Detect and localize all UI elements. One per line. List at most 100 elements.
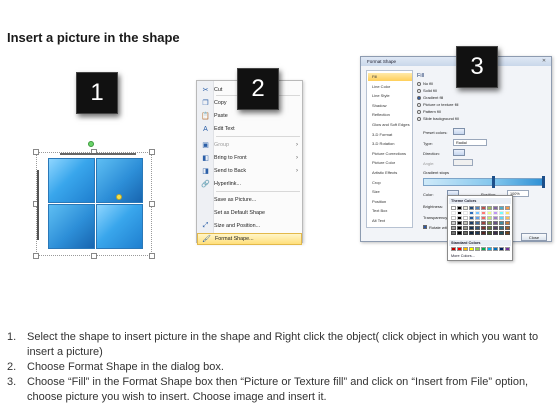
dialog-close-icon[interactable]: ✕	[540, 58, 548, 64]
menu-item-format-shape[interactable]: 🖌 Format Shape...	[197, 233, 302, 245]
theme-color-swatch[interactable]	[499, 221, 504, 225]
theme-color-swatch[interactable]	[493, 216, 498, 220]
radio-button[interactable]	[417, 96, 421, 100]
standard-color-swatch[interactable]	[469, 247, 474, 251]
category-text-box[interactable]: Text Box	[368, 207, 412, 215]
category-alt-text[interactable]: Alt Text	[368, 217, 412, 225]
menu-item-hyperlink[interactable]: 🔗 Hyperlink...	[197, 178, 302, 190]
theme-color-swatch[interactable]	[463, 211, 468, 215]
blue-tile-bl[interactable]	[48, 204, 95, 249]
theme-color-swatch[interactable]	[475, 206, 480, 210]
theme-color-swatch[interactable]	[505, 216, 510, 220]
theme-color-swatch[interactable]	[487, 216, 492, 220]
theme-color-swatch[interactable]	[469, 211, 474, 215]
menu-item-size-and-position[interactable]: ⤢ Size and Position...	[197, 220, 302, 232]
theme-color-swatch[interactable]	[469, 231, 474, 235]
fill-option-gradient-fill[interactable]: Gradient fill	[417, 95, 443, 101]
fill-option-slide-background-fill[interactable]: Slide background fill	[417, 116, 459, 122]
standard-color-swatch[interactable]	[463, 247, 468, 251]
radio-button[interactable]	[417, 82, 421, 86]
category-3-d-rotation[interactable]: 3-D Rotation	[368, 140, 412, 148]
theme-color-swatch[interactable]	[475, 216, 480, 220]
theme-color-swatch[interactable]	[493, 206, 498, 210]
gradient-stop-1[interactable]	[492, 176, 495, 188]
category-3-d-format[interactable]: 3-D Format	[368, 131, 412, 139]
rotate-checkbox[interactable]	[423, 225, 427, 229]
theme-color-swatch[interactable]	[457, 231, 462, 235]
category-crop[interactable]: Crop	[368, 179, 412, 187]
theme-color-swatch[interactable]	[463, 226, 468, 230]
radio-button[interactable]	[417, 89, 421, 93]
theme-color-swatch[interactable]	[469, 216, 474, 220]
resize-handle-b[interactable]	[91, 253, 97, 259]
category-picture-color[interactable]: Picture Color	[368, 159, 412, 167]
theme-color-swatch[interactable]	[505, 221, 510, 225]
menu-item-bring-to-front[interactable]: ◧ Bring to Front ›	[197, 152, 302, 164]
radio-button[interactable]	[417, 103, 421, 107]
theme-color-swatch[interactable]	[481, 216, 486, 220]
standard-color-swatch[interactable]	[457, 247, 462, 251]
theme-color-swatch[interactable]	[481, 231, 486, 235]
fill-option-solid-fill[interactable]: Solid fill	[417, 88, 437, 94]
radio-button[interactable]	[417, 117, 421, 121]
standard-color-swatch[interactable]	[493, 247, 498, 251]
category-line-color[interactable]: Line Color	[368, 83, 412, 91]
fill-option-pattern-fill[interactable]: Pattern fill	[417, 109, 441, 115]
theme-color-swatch[interactable]	[499, 206, 504, 210]
menu-item-send-to-back[interactable]: ◨ Send to Back ›	[197, 165, 302, 177]
theme-color-swatch[interactable]	[493, 226, 498, 230]
theme-color-swatch[interactable]	[463, 216, 468, 220]
category-reflection[interactable]: Reflection	[368, 111, 412, 119]
theme-color-swatch[interactable]	[487, 206, 492, 210]
theme-color-swatch[interactable]	[481, 226, 486, 230]
standard-color-swatch[interactable]	[475, 247, 480, 251]
close-button[interactable]: Close	[521, 233, 547, 241]
blue-tile-tl[interactable]	[48, 158, 95, 203]
theme-color-swatch[interactable]	[499, 226, 504, 230]
theme-color-swatch[interactable]	[463, 221, 468, 225]
category-size[interactable]: Size	[368, 188, 412, 196]
theme-color-swatch[interactable]	[451, 226, 456, 230]
resize-handle-br[interactable]	[149, 253, 155, 259]
theme-color-swatch[interactable]	[457, 226, 462, 230]
adjust-handle[interactable]	[116, 194, 122, 200]
theme-color-swatch[interactable]	[487, 231, 492, 235]
preset-colors-button[interactable]	[453, 128, 465, 135]
theme-color-swatch[interactable]	[451, 231, 456, 235]
angle-input[interactable]	[453, 159, 473, 166]
resize-handle-bl[interactable]	[33, 253, 39, 259]
theme-color-swatch[interactable]	[451, 211, 456, 215]
theme-color-swatch[interactable]	[469, 221, 474, 225]
standard-color-swatch[interactable]	[487, 247, 492, 251]
standard-color-swatch[interactable]	[499, 247, 504, 251]
category-position[interactable]: Position	[368, 198, 412, 206]
standard-color-swatch[interactable]	[505, 247, 510, 251]
theme-color-swatch[interactable]	[457, 206, 462, 210]
theme-color-swatch[interactable]	[493, 221, 498, 225]
menu-item-paste[interactable]: 📋 Paste	[197, 110, 302, 122]
category-artistic-effects[interactable]: Artistic Effects	[368, 169, 412, 177]
theme-color-swatch[interactable]	[493, 211, 498, 215]
theme-color-swatch[interactable]	[457, 216, 462, 220]
theme-color-swatch[interactable]	[463, 231, 468, 235]
theme-color-swatch[interactable]	[487, 211, 492, 215]
theme-color-swatch[interactable]	[481, 206, 486, 210]
resize-handle-r[interactable]	[149, 201, 155, 207]
category-line-style[interactable]: Line Style	[368, 92, 412, 100]
theme-color-swatch[interactable]	[481, 211, 486, 215]
more-colors-link[interactable]: More Colors...	[451, 254, 475, 258]
menu-item-edit-text[interactable]: A Edit Text	[197, 123, 302, 135]
theme-color-swatch[interactable]	[475, 231, 480, 235]
type-select[interactable]: Radial	[453, 139, 487, 146]
theme-color-swatch[interactable]	[505, 231, 510, 235]
theme-color-swatch[interactable]	[505, 206, 510, 210]
rotate-handle[interactable]	[88, 141, 94, 147]
theme-color-swatch[interactable]	[487, 221, 492, 225]
theme-color-swatch[interactable]	[475, 221, 480, 225]
theme-color-swatch[interactable]	[451, 206, 456, 210]
theme-color-swatch[interactable]	[475, 226, 480, 230]
theme-color-swatch[interactable]	[463, 206, 468, 210]
category-picture-corrections[interactable]: Picture Corrections	[368, 150, 412, 158]
blue-tile-br[interactable]	[96, 204, 143, 249]
theme-color-swatch[interactable]	[499, 216, 504, 220]
